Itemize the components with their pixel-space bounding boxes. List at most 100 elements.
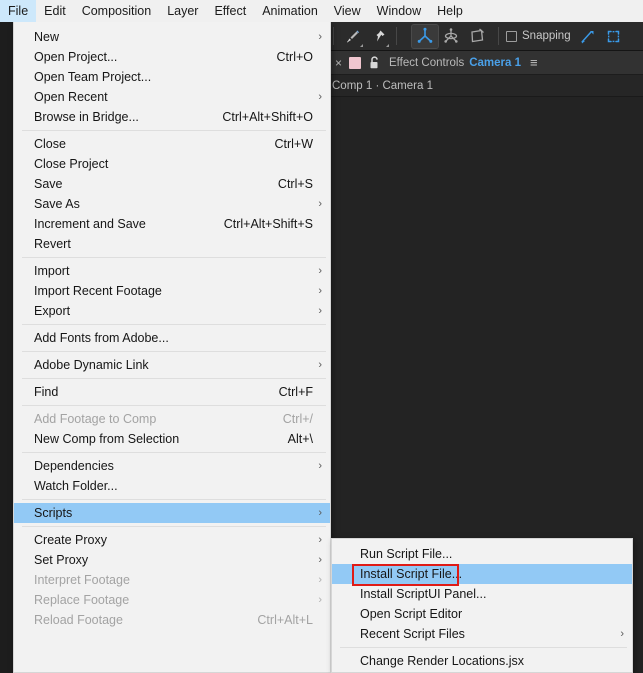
- menubar-item-view[interactable]: View: [326, 0, 369, 22]
- menu-item-label: Import: [34, 264, 70, 278]
- snapping-control[interactable]: Snapping: [506, 30, 571, 42]
- snapping-options-icon[interactable]: [575, 25, 601, 48]
- menu-item-shortcut: Ctrl+/: [282, 412, 313, 426]
- chevron-right-icon: ›: [318, 533, 322, 546]
- file-menu-item-revert[interactable]: Revert: [14, 234, 330, 254]
- menubar-item-effect[interactable]: Effect: [206, 0, 254, 22]
- menu-item-label: Close Project: [34, 157, 109, 171]
- after-effects-window: Snapping × Effect Controls Camera 1 ≡ Co…: [0, 0, 643, 673]
- menu-item-shortcut: Ctrl+Alt+Shift+O: [222, 110, 313, 124]
- menu-item-label: Find: [34, 385, 59, 399]
- file-menu-item-open-recent[interactable]: Open Recent ›: [14, 87, 330, 107]
- file-menu-item-adobe-dynamic-link[interactable]: Adobe Dynamic Link ›: [14, 355, 330, 375]
- menu-item-label: Run Script File...: [360, 547, 453, 561]
- menu-item-shortcut: Ctrl+Alt+L: [257, 613, 313, 627]
- menu-item-label: Set Proxy: [34, 553, 89, 567]
- scripts-menu-item-run-script-file[interactable]: Run Script File...: [332, 544, 632, 564]
- menubar-item-file[interactable]: File: [0, 0, 37, 22]
- file-menu-item-increment-and-save[interactable]: Increment and Save Ctrl+Alt+Shift+S: [14, 214, 330, 234]
- chevron-right-icon: ›: [318, 553, 322, 566]
- menu-separator: [14, 127, 330, 134]
- file-menu-item-create-proxy[interactable]: Create Proxy ›: [14, 530, 330, 550]
- file-menu-item-import-recent-footage[interactable]: Import Recent Footage ›: [14, 281, 330, 301]
- menubar-item-composition[interactable]: Composition: [74, 0, 159, 22]
- file-menu-item-open-project[interactable]: Open Project... Ctrl+O: [14, 47, 330, 67]
- menu-item-label: Install ScriptUI Panel...: [360, 587, 487, 601]
- universal-camera-tool-button[interactable]: [411, 23, 439, 49]
- layer-color-swatch: [349, 56, 362, 69]
- menu-item-label: Save As: [34, 197, 80, 211]
- scripts-submenu: Run Script File... Install Script File...…: [331, 538, 633, 673]
- scripts-menu-item-install-scriptui-panel[interactable]: Install ScriptUI Panel...: [332, 584, 632, 604]
- menu-item-label: Export: [34, 304, 71, 318]
- menu-item-label: Add Footage to Comp: [34, 412, 157, 426]
- toolbar-divider-3: [498, 27, 499, 45]
- menubar-item-help[interactable]: Help: [429, 0, 471, 22]
- file-menu-item-save[interactable]: Save Ctrl+S: [14, 174, 330, 194]
- brush-tool-button[interactable]: [339, 25, 365, 48]
- chevron-right-icon: ›: [318, 197, 322, 210]
- menu-item-label: Watch Folder...: [34, 479, 118, 493]
- menu-item-label: Add Fonts from Adobe...: [34, 331, 169, 345]
- chevron-right-icon: ›: [318, 264, 322, 277]
- menu-separator: [14, 254, 330, 261]
- menu-separator: [14, 496, 330, 503]
- file-menu-item-add-fonts-from-adobe[interactable]: Add Fonts from Adobe...: [14, 328, 330, 348]
- file-menu-item-set-proxy[interactable]: Set Proxy ›: [14, 550, 330, 570]
- file-menu-item-new-comp-from-selection[interactable]: New Comp from Selection Alt+\: [14, 429, 330, 449]
- lock-icon[interactable]: [369, 56, 380, 69]
- menu-separator: [14, 523, 330, 530]
- panel-menu-icon[interactable]: ≡: [530, 56, 538, 69]
- chevron-right-icon: ›: [318, 506, 322, 519]
- menu-item-label: Adobe Dynamic Link: [34, 358, 149, 372]
- menu-item-label: New: [34, 30, 60, 44]
- menu-separator: [14, 375, 330, 382]
- menu-item-shortcut: Ctrl+W: [274, 137, 313, 151]
- brush-tool-expand-icon[interactable]: [360, 43, 363, 47]
- menubar-item-edit[interactable]: Edit: [36, 0, 74, 22]
- file-menu-item-open-team-project[interactable]: Open Team Project...: [14, 67, 330, 87]
- file-menu-item-watch-folder[interactable]: Watch Folder...: [14, 476, 330, 496]
- menubar-item-layer[interactable]: Layer: [159, 0, 206, 22]
- puppet-pin-tool-expand-icon[interactable]: [386, 43, 389, 47]
- puppet-pin-tool-button[interactable]: [365, 25, 391, 48]
- menu-item-label: Recent Script Files: [360, 627, 465, 641]
- region-of-interest-icon[interactable]: [601, 25, 627, 48]
- file-menu-item-add-footage-to-comp: Add Footage to Comp Ctrl+/: [14, 409, 330, 429]
- close-icon[interactable]: ×: [335, 57, 342, 69]
- scripts-menu-item-open-script-editor[interactable]: Open Script Editor: [332, 604, 632, 624]
- scripts-menu-item-install-script-file[interactable]: Install Script File...: [332, 564, 632, 584]
- file-menu-item-interpret-footage: Interpret Footage ›: [14, 570, 330, 590]
- scripts-menu-item-recent-script-files[interactable]: Recent Script Files ›: [332, 624, 632, 644]
- file-menu-item-dependencies[interactable]: Dependencies ›: [14, 456, 330, 476]
- snapping-label: Snapping: [522, 30, 571, 42]
- file-menu-item-close[interactable]: Close Ctrl+W: [14, 134, 330, 154]
- file-menu-item-scripts[interactable]: Scripts ›: [14, 503, 330, 523]
- file-menu-item-find[interactable]: Find Ctrl+F: [14, 382, 330, 402]
- menu-item-label: Open Team Project...: [34, 70, 152, 84]
- chevron-right-icon: ›: [318, 358, 322, 371]
- file-menu-item-browse-in-bridge[interactable]: Browse in Bridge... Ctrl+Alt+Shift+O: [14, 107, 330, 127]
- toolbar-divider-2: [396, 27, 397, 45]
- application-menu-bar: File Edit Composition Layer Effect Animation V…: [0, 0, 643, 22]
- menu-item-label: Interpret Footage: [34, 573, 130, 587]
- menu-item-label: New Comp from Selection: [34, 432, 180, 446]
- menubar-item-window[interactable]: Window: [369, 0, 429, 22]
- file-menu-item-close-project[interactable]: Close Project: [14, 154, 330, 174]
- menubar-item-animation[interactable]: Animation: [254, 0, 326, 22]
- panel-target-layer[interactable]: Camera 1: [469, 57, 521, 69]
- orbit-tool-button[interactable]: [438, 25, 464, 48]
- rotate-camera-tool-button[interactable]: [464, 25, 490, 48]
- file-menu-item-new[interactable]: New ›: [14, 27, 330, 47]
- file-menu-item-export[interactable]: Export ›: [14, 301, 330, 321]
- snapping-checkbox[interactable]: [506, 30, 517, 42]
- panel-title[interactable]: Effect Controls: [389, 57, 464, 69]
- tools-toolbar: Snapping: [328, 22, 643, 51]
- file-menu-item-replace-footage: Replace Footage ›: [14, 590, 330, 610]
- file-menu-item-import[interactable]: Import ›: [14, 261, 330, 281]
- toolbar-divider: [333, 27, 334, 45]
- file-menu-item-save-as[interactable]: Save As ›: [14, 194, 330, 214]
- scripts-menu-item-change-render-locations-jsx[interactable]: Change Render Locations.jsx: [332, 651, 632, 671]
- chevron-right-icon: ›: [318, 573, 322, 586]
- menu-item-shortcut: Alt+\: [287, 432, 313, 446]
